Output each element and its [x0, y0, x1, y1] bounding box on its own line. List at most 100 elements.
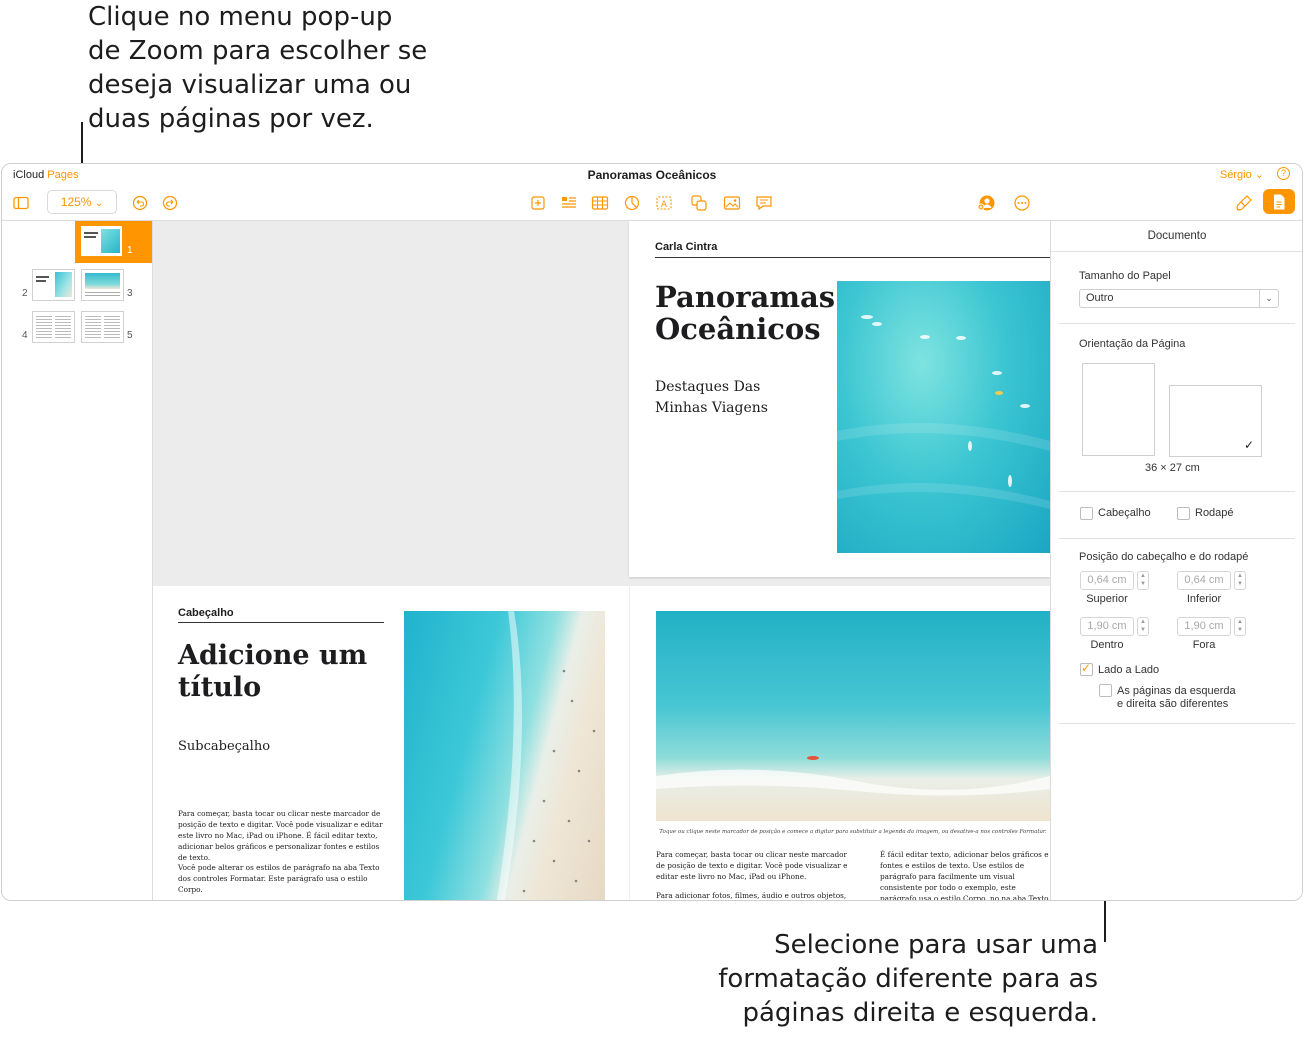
- thumbnail-number: 1: [127, 245, 133, 256]
- user-menu[interactable]: Sérgio ⌄: [1220, 168, 1264, 181]
- divider: [1059, 491, 1295, 492]
- beach-dots: [496, 611, 596, 900]
- cover-title-line: Oceânicos: [655, 312, 821, 346]
- thumbnail-number: 4: [22, 330, 28, 341]
- different-left-right-checkbox[interactable]: [1099, 684, 1112, 697]
- table-icon[interactable]: [591, 194, 609, 212]
- cover-title-line: Panoramas: [655, 280, 836, 314]
- page-2[interactable]: Cabeçalho Adicione um título Subcabeçalh…: [153, 586, 629, 900]
- footer-checkbox[interactable]: [1177, 507, 1190, 520]
- document-inspector: Documento Tamanho do Papel Outro ⌄ Orien…: [1050, 221, 1302, 900]
- paper-dimensions: 36 × 27 cm: [1145, 462, 1200, 474]
- zoom-value: 125%: [60, 195, 92, 209]
- page3-column-2[interactable]: É fácil editar texto, adicionar belos gr…: [880, 849, 1050, 900]
- add-page-icon[interactable]: [529, 194, 547, 212]
- page3-wave-image[interactable]: [656, 611, 1050, 821]
- page2-title-line: título: [178, 672, 262, 703]
- top-margin-label: Superior: [1086, 593, 1128, 605]
- thumbnail-page-2[interactable]: [32, 269, 75, 301]
- page-cover[interactable]: Carla Cintra Panoramas Oceânicos Destaqu…: [629, 221, 1050, 577]
- wave-foam: [656, 756, 1050, 796]
- more-icon[interactable]: [1013, 194, 1031, 212]
- thumbnail-page-5[interactable]: [81, 311, 124, 343]
- sidebar-icon[interactable]: [12, 194, 30, 212]
- outside-margin-label: Fora: [1192, 639, 1216, 651]
- page-3[interactable]: Toque ou clique neste marcador de posiçã…: [630, 586, 1050, 900]
- cover-rule: [655, 257, 1050, 258]
- svg-text:A: A: [661, 200, 668, 210]
- page3-col1-para: Para começar, basta tocar ou clicar nest…: [656, 850, 848, 881]
- thumbnail-page-1[interactable]: [81, 226, 122, 256]
- format-brush-icon[interactable]: [1235, 194, 1253, 212]
- zoom-popup[interactable]: 125% ⌄: [47, 190, 117, 214]
- divider: [1059, 723, 1295, 724]
- shape-text-icon[interactable]: A: [655, 194, 673, 212]
- outside-margin-stepper[interactable]: ▲ ▼: [1234, 617, 1246, 636]
- page2-title-line: Adicione um: [178, 640, 368, 671]
- header-checkbox-label[interactable]: Cabeçalho: [1098, 507, 1151, 519]
- page3-column-1[interactable]: Para começar, basta tocar ou clicar nest…: [656, 849, 852, 900]
- surfer-dots: [837, 315, 1050, 509]
- top-margin-stepper[interactable]: ▲ ▼: [1137, 571, 1149, 590]
- landscape-option[interactable]: ✓: [1169, 385, 1262, 457]
- toolbar: iCloud Pages Panoramas Oceânicos Sérgio …: [2, 164, 1302, 221]
- inside-margin-field[interactable]: 1,90 cm: [1080, 617, 1134, 636]
- chevron-down-icon: ⌄: [94, 198, 104, 209]
- document-icon[interactable]: [1263, 189, 1295, 214]
- chevron-down-icon: ⌄: [1259, 290, 1278, 307]
- facing-pages-label[interactable]: Lado a Lado: [1098, 664, 1159, 676]
- document-title[interactable]: Panoramas Oceânicos: [2, 168, 1302, 182]
- page2-title[interactable]: Adicione um título: [178, 640, 367, 704]
- page3-caption[interactable]: Toque ou clique neste marcador de posiçã…: [656, 829, 1050, 835]
- shape-icon[interactable]: [690, 194, 708, 212]
- document-canvas[interactable]: Carla Cintra Panoramas Oceânicos Destaqu…: [153, 221, 1050, 900]
- paper-size-label: Tamanho do Papel: [1079, 270, 1171, 282]
- redo-icon[interactable]: [161, 194, 179, 212]
- paper-size-value: Outro: [1086, 292, 1114, 304]
- facing-pages-checkbox[interactable]: ✓: [1080, 661, 1093, 676]
- page2-body[interactable]: Para começar, basta tocar ou clicar nest…: [178, 808, 388, 863]
- top-margin-field[interactable]: 0,64 cm: [1080, 571, 1134, 590]
- page2-subheading[interactable]: Subcabeçalho: [178, 739, 270, 754]
- divider: [1059, 323, 1295, 324]
- bottom-margin-field[interactable]: 0,64 cm: [1177, 571, 1231, 590]
- checkmark-icon: ✓: [1081, 661, 1092, 675]
- inside-margin-label: Dentro: [1090, 639, 1124, 651]
- media-icon[interactable]: [723, 194, 741, 212]
- pages-window: iCloud Pages Panoramas Oceânicos Sérgio …: [1, 163, 1303, 901]
- help-icon[interactable]: ?: [1277, 167, 1290, 180]
- cover-author[interactable]: Carla Cintra: [655, 241, 717, 253]
- chart-icon[interactable]: [623, 194, 641, 212]
- bottom-margin-stepper[interactable]: ▲ ▼: [1234, 571, 1246, 590]
- undo-icon[interactable]: [131, 194, 149, 212]
- collaborate-icon[interactable]: [976, 194, 995, 212]
- page2-rule: [178, 622, 384, 623]
- page2-header[interactable]: Cabeçalho: [178, 607, 234, 619]
- cover-subtitle[interactable]: Destaques Das Minhas Viagens: [655, 377, 768, 419]
- different-left-right-label[interactable]: As páginas da esquerda e direita são dif…: [1117, 685, 1236, 711]
- header-checkbox[interactable]: [1080, 507, 1093, 520]
- user-name: Sérgio: [1219, 169, 1252, 181]
- page-thumbnails: 1 2 3 4 5: [2, 221, 153, 900]
- inspector-header[interactable]: Documento: [1051, 221, 1302, 252]
- footer-checkbox-label[interactable]: Rodapé: [1195, 507, 1234, 519]
- outside-margin-field[interactable]: 1,90 cm: [1177, 617, 1231, 636]
- portrait-option[interactable]: [1082, 363, 1155, 456]
- different-left-right-line: e direita são diferentes: [1117, 698, 1229, 710]
- orientation-label: Orientação da Página: [1079, 338, 1186, 350]
- text-icon[interactable]: [560, 194, 578, 212]
- position-label: Posição do cabeçalho e do rodapé: [1079, 551, 1249, 563]
- page2-beach-image[interactable]: [404, 611, 605, 900]
- paper-size-select[interactable]: Outro ⌄: [1079, 289, 1279, 308]
- inside-margin-stepper[interactable]: ▲ ▼: [1137, 617, 1149, 636]
- thumbnail-page-3[interactable]: [81, 269, 124, 301]
- cover-title[interactable]: Panoramas Oceânicos: [655, 281, 835, 345]
- page2-body[interactable]: Você pode alterar os estilos de parágraf…: [178, 862, 388, 895]
- thumbnail-page-4[interactable]: [32, 311, 75, 343]
- cover-image[interactable]: [837, 281, 1050, 553]
- comment-icon[interactable]: [755, 194, 773, 212]
- callout-facing-pages: Selecione para usar uma formatação difer…: [718, 930, 1098, 1028]
- thumbnail-number: 2: [22, 288, 28, 299]
- callout-leader-top: [81, 122, 83, 168]
- checkmark-icon: ✓: [1243, 438, 1254, 452]
